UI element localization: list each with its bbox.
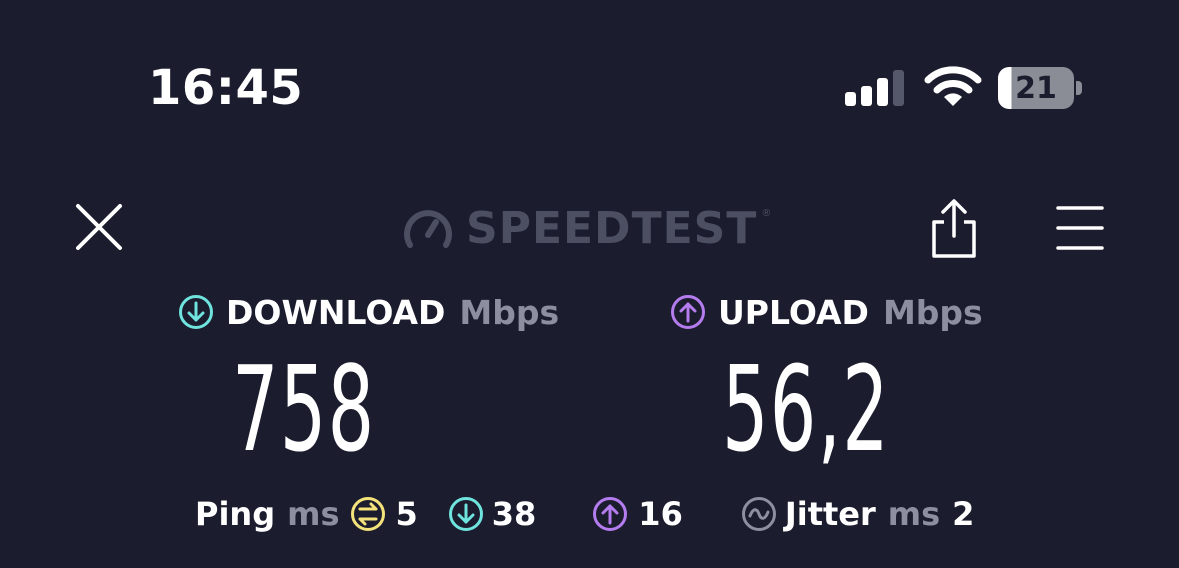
- download-unit: Mbps: [459, 292, 560, 332]
- jitter-unit: ms: [887, 495, 941, 533]
- latency-stats-row: Ping ms 5 38 16 Jitter ms 2: [195, 492, 974, 536]
- jitter-value: 2: [952, 495, 975, 533]
- download-arrow-icon: [179, 295, 213, 329]
- download-speed-value: 758: [232, 340, 376, 478]
- download-label: DOWNLOAD: [226, 292, 446, 332]
- battery-nub: [1076, 81, 1082, 95]
- wifi-icon: [924, 66, 982, 106]
- upload-unit: Mbps: [882, 292, 983, 332]
- share-button[interactable]: [928, 198, 980, 258]
- speedtest-logo: SPEEDTEST ®: [402, 200, 771, 256]
- idle-latency-icon: [350, 497, 385, 531]
- battery-percent: 21: [998, 67, 1074, 109]
- cellular-signal-icon: [845, 70, 904, 106]
- ping-download-value: 38: [491, 495, 537, 533]
- upload-label: UPLOAD: [718, 292, 869, 332]
- ping-upload-value: 16: [638, 495, 683, 533]
- ping-idle-value: 5: [395, 495, 418, 533]
- status-time: 16:45: [148, 60, 304, 116]
- jitter-label: Jitter: [784, 495, 876, 533]
- logo-text: SPEEDTEST: [466, 202, 758, 254]
- upload-latency-icon: [593, 497, 628, 531]
- upload-speed-value: 56,2: [722, 340, 890, 478]
- logo-trademark: ®: [761, 208, 772, 219]
- download-header: DOWNLOAD Mbps: [178, 290, 559, 334]
- jitter-icon: [741, 497, 776, 531]
- ping-unit: ms: [287, 495, 340, 533]
- close-button[interactable]: [72, 200, 126, 254]
- ping-label: Ping: [195, 495, 276, 533]
- download-latency-icon: [448, 497, 483, 531]
- upload-header: UPLOAD Mbps: [670, 290, 983, 334]
- speedometer-icon: [404, 210, 452, 248]
- upload-arrow-icon: [671, 295, 705, 329]
- speedtest-result-screen: 16:45 21 SPEEDTEST ® DOWNLOAD Mbps 758 U…: [0, 0, 1179, 568]
- battery-icon: 21: [998, 67, 1084, 109]
- menu-button[interactable]: [1056, 204, 1104, 252]
